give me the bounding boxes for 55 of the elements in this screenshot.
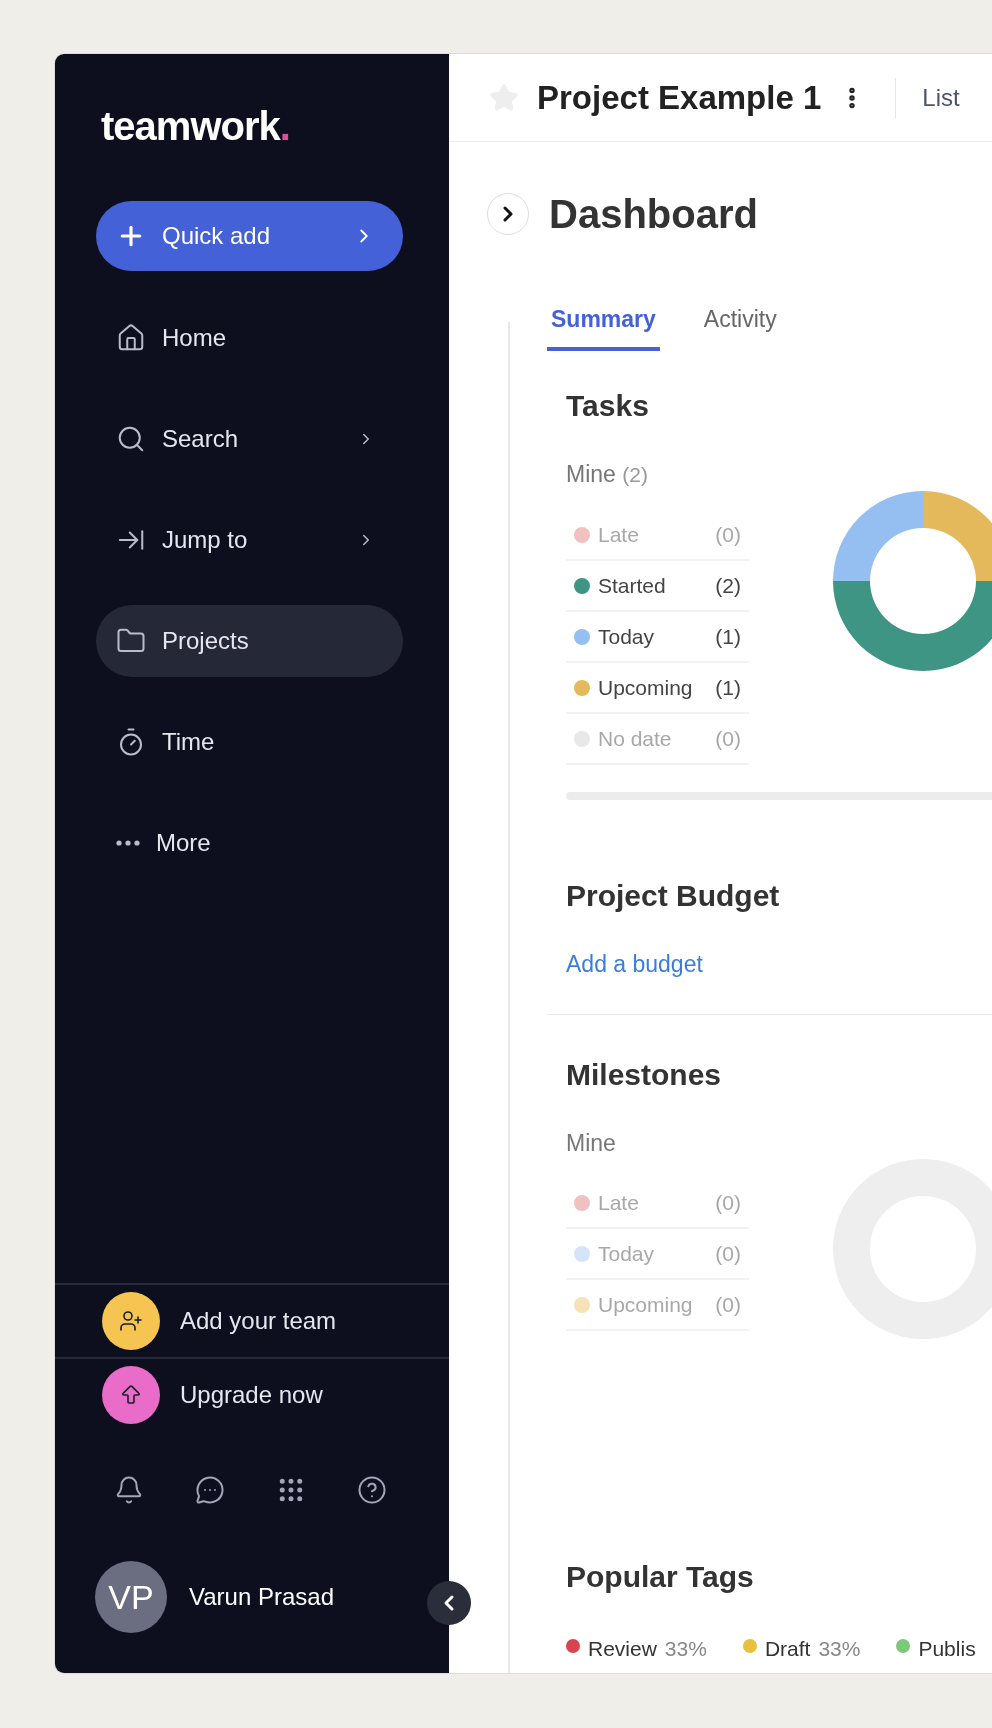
- add-budget-link[interactable]: Add a budget: [566, 950, 703, 978]
- status-count: (0): [715, 726, 741, 751]
- status-label: Started: [598, 573, 667, 598]
- more-icon: [116, 840, 140, 846]
- quick-add-button[interactable]: Quick add: [96, 201, 403, 271]
- logo: teamwork.: [101, 103, 291, 150]
- tag[interactable]: Review 33%: [566, 1637, 707, 1661]
- status-row[interactable]: Upcoming (1): [566, 663, 749, 714]
- status-count: (0): [715, 522, 741, 547]
- sidebar-prompt[interactable]: Upgrade now: [55, 1357, 449, 1431]
- search-icon: [116, 424, 146, 454]
- filter-count: (2): [622, 463, 648, 486]
- status-label: Late: [598, 1190, 640, 1215]
- nav-item[interactable]: Search: [96, 403, 403, 475]
- section-title: Project Budget: [566, 878, 781, 914]
- nav-item[interactable]: Time: [96, 706, 403, 778]
- tag[interactable]: Draft 33%: [742, 1637, 861, 1661]
- user-avatar[interactable]: VP: [95, 1561, 167, 1633]
- chat-bubble-icon[interactable]: [195, 1475, 225, 1505]
- bell-icon[interactable]: [114, 1475, 144, 1505]
- user-name: Varun Prasad: [189, 1583, 334, 1611]
- nav-item[interactable]: More: [96, 807, 403, 879]
- filter-label: Mine: [566, 1130, 616, 1156]
- nav-item[interactable]: Home: [96, 302, 403, 374]
- page-title: Dashboard: [549, 191, 758, 237]
- status-count: (1): [715, 675, 741, 700]
- status-label: Today: [598, 624, 656, 649]
- status-label: Late: [598, 522, 640, 547]
- sidebar-prompt[interactable]: Add your team: [55, 1283, 449, 1357]
- tag[interactable]: Publis: [896, 1637, 976, 1661]
- section-title: Milestones: [566, 1057, 723, 1093]
- status-label: Today: [598, 1241, 656, 1266]
- status-label: No date: [598, 726, 673, 751]
- project-title: Project Example 1: [537, 78, 822, 117]
- status-row[interactable]: Started (2): [566, 561, 749, 612]
- home-icon: [116, 323, 146, 353]
- status-row[interactable]: Today (1): [566, 612, 749, 663]
- help-icon[interactable]: [357, 1475, 387, 1505]
- status-count: (0): [715, 1241, 741, 1266]
- status-count: (0): [715, 1292, 741, 1317]
- collapse-sidebar-button[interactable]: [427, 1581, 471, 1625]
- nav-item[interactable]: Projects: [96, 605, 403, 677]
- tab[interactable]: Summary: [547, 296, 660, 351]
- status-count: (0): [715, 1190, 741, 1215]
- tab[interactable]: Activity: [699, 296, 781, 351]
- nav-item[interactable]: Jump to: [96, 504, 403, 576]
- status-label: Upcoming: [598, 675, 694, 700]
- filter-label: Mine: [566, 461, 616, 487]
- expand-button[interactable]: [487, 193, 529, 235]
- status-count: (1): [715, 624, 741, 649]
- section-title: Popular Tags: [566, 1559, 755, 1595]
- status-label: Upcoming: [598, 1292, 694, 1317]
- view-tab[interactable]: List: [922, 83, 960, 112]
- status-count: (2): [715, 573, 741, 598]
- section-title: Tasks: [566, 388, 650, 424]
